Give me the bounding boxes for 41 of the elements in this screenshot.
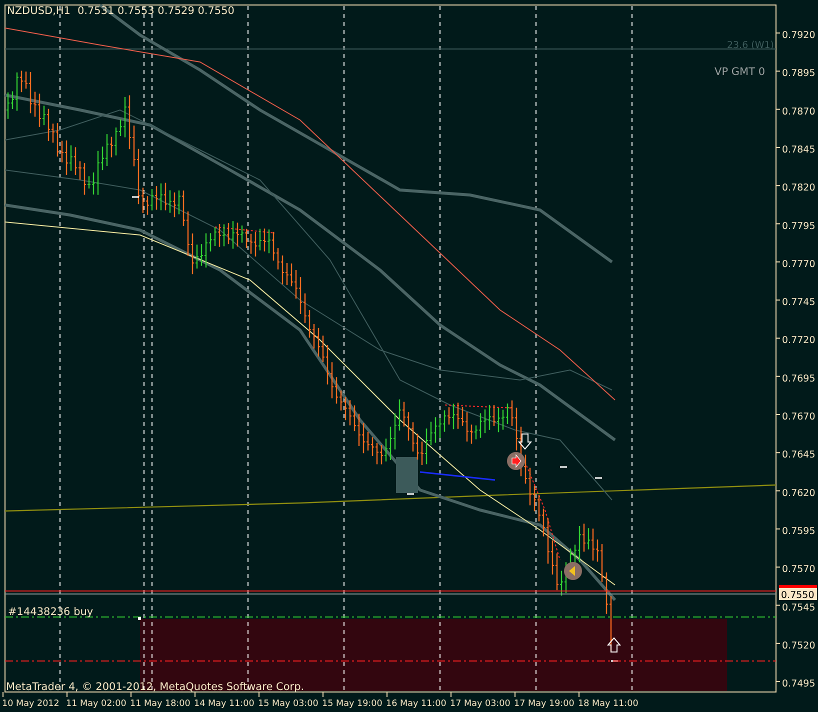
- price-label: 0.7820: [782, 182, 816, 194]
- time-label: 18 May 11:00: [578, 699, 638, 709]
- price-label: 0.7745: [782, 297, 816, 308]
- time-label: 15 May 03:00: [258, 699, 318, 709]
- copyright-text: MetaTrader 4, © 2001-2012, MetaQuotes Software Corp.: [6, 681, 304, 693]
- price-label: 0.7720: [782, 335, 816, 346]
- up-arrow-icon: [606, 637, 622, 652]
- time-label: 11 May 18:00: [130, 699, 190, 709]
- price-label: 0.7520: [782, 640, 816, 652]
- order-label: #14438236 buy: [8, 606, 94, 618]
- time-label: 16 May 11:00: [386, 699, 446, 709]
- range-box: [396, 457, 418, 493]
- time-label: 11 May 02:00: [66, 699, 126, 709]
- price-label: 0.7870: [782, 106, 816, 118]
- price-label: 0.7895: [782, 68, 816, 80]
- current-price-tag: 0.7550: [779, 588, 817, 601]
- price-label: 0.7645: [782, 450, 816, 461]
- fibo-level-label: 23.6 (W1): [726, 40, 774, 51]
- price-label: 0.7770: [782, 258, 816, 270]
- price-label: 0.7545: [782, 602, 816, 614]
- order-point-icon: [138, 617, 141, 620]
- price-label: 0.7920: [782, 30, 816, 41]
- price-label: 0.7620: [782, 488, 816, 499]
- price-label: 0.7495: [782, 678, 816, 690]
- ohlc-quotes: 0.7531 0.7553 0.7529 0.7550: [77, 5, 234, 17]
- time-label: 14 May 11:00: [194, 699, 254, 709]
- time-label: 17 May 03:00: [450, 699, 510, 709]
- time-label: 15 May 19:00: [322, 699, 382, 709]
- price-label: 0.7795: [782, 220, 816, 232]
- down-arrow-icon: [518, 434, 532, 450]
- price-label: 0.7845: [782, 144, 816, 156]
- price-label: 0.7670: [782, 412, 816, 422]
- symbol-title: NZDUSD,H1: [7, 5, 70, 17]
- time-label: 10 May 2012: [2, 699, 60, 709]
- price-label: 0.7595: [782, 526, 816, 537]
- price-label: 0.7570: [782, 564, 816, 576]
- price-label: 0.7695: [782, 373, 816, 384]
- time-label: 17 May 19:00: [514, 699, 574, 709]
- circle-marker-icon: [507, 452, 525, 470]
- circle-marker-icon: [564, 562, 582, 580]
- indicator-label: VP GMT 0: [714, 66, 765, 78]
